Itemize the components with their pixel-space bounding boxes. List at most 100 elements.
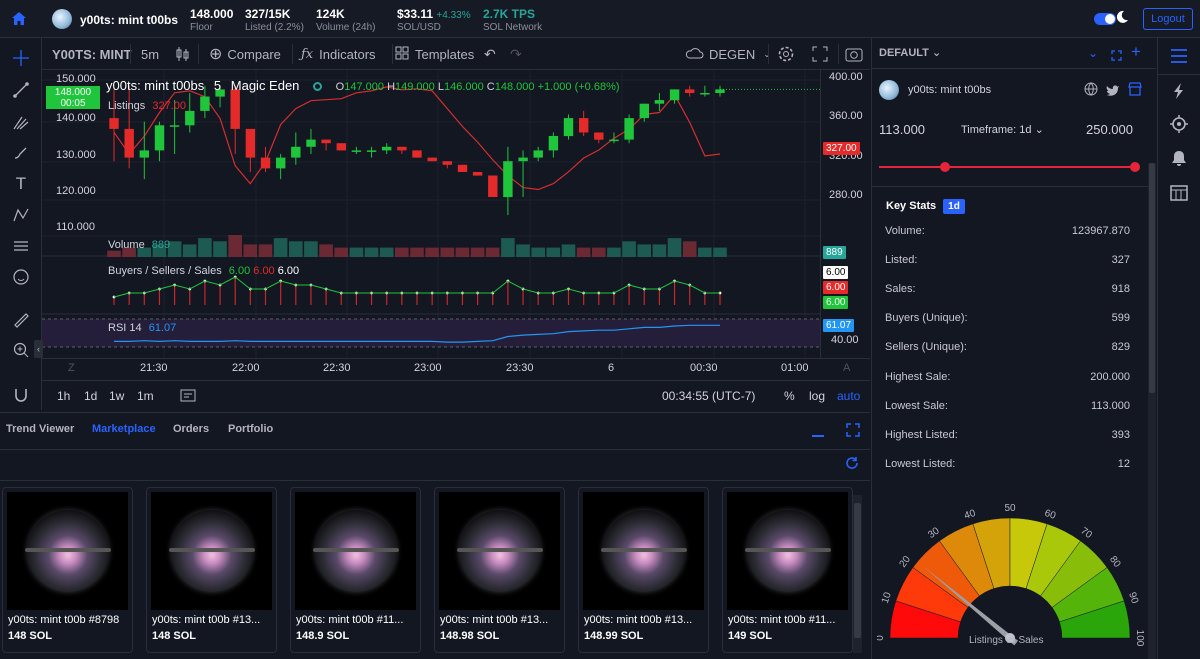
listed-label: Listed (2.2%) <box>245 22 304 33</box>
marketplace-icon[interactable] <box>1128 82 1142 101</box>
range-1m[interactable]: 1m <box>137 389 154 403</box>
zoom-z-button[interactable]: Z <box>68 362 75 374</box>
right-tick: 400.00 <box>829 71 863 83</box>
sol-price: $33.11 <box>397 7 434 21</box>
key-stats-badge[interactable]: 1d <box>943 199 965 214</box>
nft-card[interactable]: y00ts: mint t00b #13... 148.98 SOL <box>434 487 565 653</box>
ruler-icon[interactable] <box>0 306 42 334</box>
expand-icon[interactable] <box>1111 48 1122 66</box>
candle <box>533 146 543 162</box>
collection-avatar <box>879 80 899 100</box>
tab-orders[interactable]: Orders <box>173 423 209 435</box>
volume-value: 124K <box>316 7 345 21</box>
fullscreen-icon[interactable] <box>812 38 828 70</box>
date-range-icon[interactable] <box>180 388 196 407</box>
log-toggle[interactable]: log <box>809 389 825 403</box>
tab-portfolio[interactable]: Portfolio <box>228 423 273 435</box>
percent-toggle[interactable]: % <box>784 389 795 403</box>
undo-icon[interactable]: ↶ <box>484 38 496 70</box>
chevron-down-icon[interactable]: ⌄ <box>1088 46 1098 60</box>
refresh-icon[interactable] <box>845 456 859 475</box>
price-chart[interactable] <box>42 70 820 358</box>
candle-type-icon[interactable] <box>175 38 191 70</box>
candle-body <box>639 103 649 119</box>
stat-value: 12 <box>1117 457 1130 470</box>
add-icon[interactable]: + <box>1131 42 1141 62</box>
range-slider[interactable] <box>879 166 1136 168</box>
symbol-selector[interactable]: Y00TS: MINT <box>52 38 131 70</box>
time-axis[interactable]: Z 21:30 22:00 22:30 23:00 23:30 6 00:30 … <box>42 358 870 378</box>
listings-label: Listings <box>108 100 146 112</box>
calendar-icon[interactable] <box>1170 184 1188 207</box>
interval-selector[interactable]: 5m <box>141 38 159 70</box>
tps-label: SOL Network <box>483 22 543 33</box>
clock[interactable]: 00:34:55 (UTC-7) <box>662 389 755 403</box>
nft-card[interactable]: y00ts: mint t00b #8798 148 SOL <box>2 487 133 653</box>
nft-card[interactable]: y00ts: mint t00b #11... 148.9 SOL <box>290 487 421 653</box>
auto-scale-a-button[interactable]: A <box>843 362 850 374</box>
nft-image <box>295 492 416 610</box>
minimize-icon[interactable] <box>812 435 824 437</box>
candle-body <box>321 139 331 144</box>
redo-icon[interactable]: ↷ <box>510 38 522 70</box>
pattern-icon[interactable] <box>0 201 42 229</box>
nft-card[interactable]: y00ts: mint t00b #13... 148 SOL <box>146 487 277 653</box>
right-tick: 360.00 <box>829 110 863 122</box>
lightning-icon[interactable] <box>1172 82 1186 105</box>
tab-trend-viewer[interactable]: Trend Viewer <box>6 423 74 435</box>
compare-button[interactable]: ⊕ Compare <box>209 38 281 70</box>
candle <box>124 85 134 169</box>
candle <box>291 132 301 165</box>
range-slider-handle-max[interactable] <box>1130 162 1140 172</box>
bss-sellers-value: 6.00 <box>253 265 275 277</box>
volume-bar <box>395 247 409 257</box>
timeframe-selector[interactable]: Timeframe: 1d ⌄ <box>961 123 1044 136</box>
auto-toggle[interactable]: auto <box>837 389 860 403</box>
collapse-toolbar-handle[interactable]: ‹ <box>34 340 43 358</box>
magnet-icon[interactable] <box>0 381 42 409</box>
right-toolbar <box>1157 38 1200 659</box>
nft-card[interactable]: y00ts: mint t00b #13... 148.99 SOL <box>578 487 709 653</box>
range-1w[interactable]: 1w <box>109 389 124 403</box>
camera-icon[interactable] <box>845 38 863 70</box>
expand-icon[interactable] <box>846 423 860 442</box>
right-price-axis[interactable]: 400.00 360.00 320.00 280.00 327.00 889 6… <box>820 70 870 358</box>
range-1d[interactable]: 1d <box>84 389 97 403</box>
collection-name[interactable]: y00ts: mint t00bs <box>80 13 178 27</box>
home-icon[interactable] <box>0 0 38 38</box>
range-slider-handle-min[interactable] <box>940 162 950 172</box>
tab-marketplace[interactable]: Marketplace <box>92 423 156 435</box>
volume-bar <box>455 247 470 257</box>
range-1h[interactable]: 1h <box>57 389 70 403</box>
settings-gear-icon[interactable] <box>777 38 795 70</box>
alert-bell-icon[interactable] <box>1170 149 1188 172</box>
scrollbar[interactable] <box>1148 163 1156 659</box>
templates-button[interactable]: Templates <box>395 38 474 70</box>
volume-bar <box>637 244 651 257</box>
brush-icon[interactable] <box>0 139 42 167</box>
candle-body <box>291 146 301 158</box>
volume-label: Volume (24h) <box>316 22 376 33</box>
trendline-icon[interactable] <box>0 76 42 104</box>
twitter-icon[interactable] <box>1106 83 1120 101</box>
mode-selector[interactable]: DEGEN ⌄ <box>684 38 771 70</box>
text-icon[interactable]: T <box>0 170 42 198</box>
candle-body <box>685 89 695 93</box>
smiley-icon[interactable] <box>0 263 42 291</box>
layout-selector[interactable]: DEFAULT ⌄ <box>879 46 941 59</box>
candle-body <box>715 89 725 93</box>
logout-button[interactable]: Logout <box>1143 8 1193 30</box>
nft-card[interactable]: y00ts: mint t00b #11... 149 SOL <box>722 487 853 653</box>
crosshair-icon[interactable] <box>0 44 42 72</box>
indicators-button[interactable]: ƒx Indicators <box>301 38 376 70</box>
l-value: 146.000 <box>443 81 484 93</box>
candle <box>336 143 346 151</box>
pitchfork-icon[interactable] <box>0 108 42 136</box>
candle <box>412 150 422 158</box>
scrollbar[interactable] <box>853 495 862 653</box>
measure-lines-icon[interactable] <box>0 232 42 260</box>
globe-icon[interactable] <box>1084 82 1098 101</box>
target-icon[interactable] <box>1170 115 1188 138</box>
watchlist-icon[interactable] <box>1170 48 1188 69</box>
theme-toggle[interactable] <box>1094 13 1116 25</box>
